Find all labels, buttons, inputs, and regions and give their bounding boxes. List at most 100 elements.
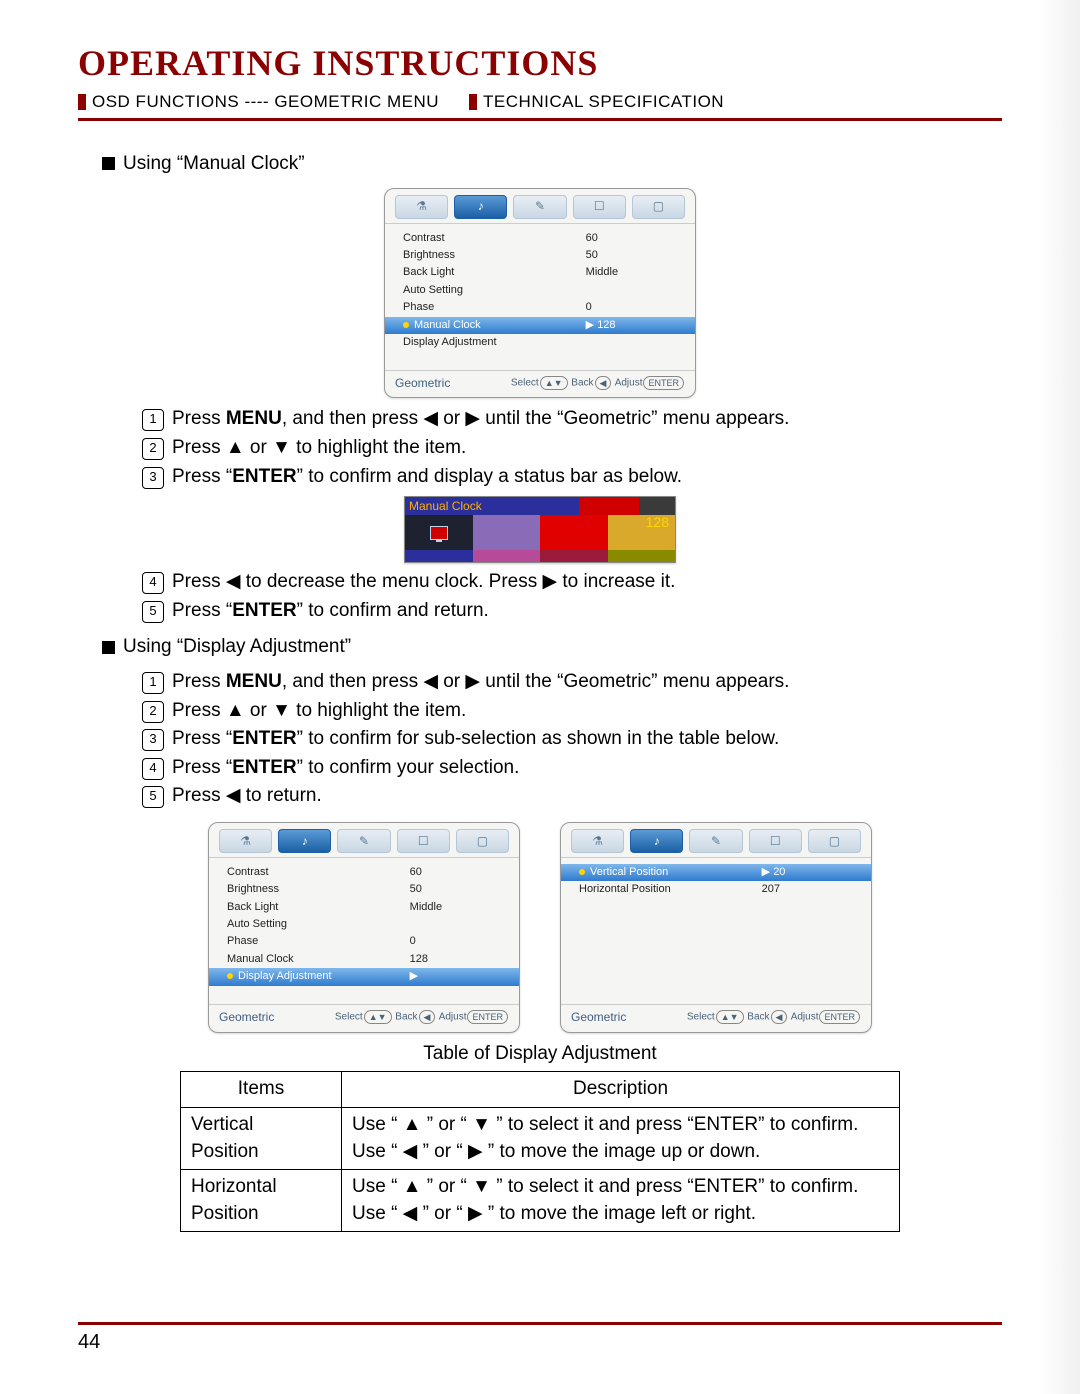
- osd-row-autosetting[interactable]: Auto Setting: [385, 282, 695, 299]
- osd-row-contrast[interactable]: Contrast60: [385, 230, 695, 247]
- osd-row-manual-clock-selected[interactable]: Manual Clock▶ 128: [385, 317, 695, 334]
- table-item-vertical: VerticalPosition: [181, 1107, 342, 1169]
- selection-dot-icon: [579, 869, 585, 875]
- osd-tab-2[interactable]: ♪: [278, 829, 331, 853]
- osd-panel-display-adjustment: ⚗ ♪ ✎ ☐ ▢ Contrast60 Brightness50 Back L…: [208, 822, 520, 1033]
- osd-row-backlight[interactable]: Back LightMiddle: [385, 264, 695, 281]
- osd-row-contrast[interactable]: Contrast60: [209, 864, 519, 881]
- left-pill-icon: ◀: [595, 376, 612, 390]
- box-icon: ☐: [770, 833, 781, 850]
- page-number: 44: [78, 1331, 100, 1353]
- osd-tabbar: ⚗ ♪ ✎ ☐ ▢: [385, 189, 695, 224]
- section-heading-display-adjustment: Using “Display Adjustment”: [102, 634, 978, 661]
- osd-tab-3[interactable]: ✎: [513, 195, 566, 219]
- screen-icon: ▢: [829, 833, 840, 850]
- table-desc-vertical: Use “ ▲ ” or “ ▼ ” to select it and pres…: [342, 1107, 900, 1169]
- box-icon: ☐: [594, 198, 605, 215]
- osd-row-horizontal-position[interactable]: Horizontal Position207: [561, 881, 871, 898]
- osd-row-backlight[interactable]: Back LightMiddle: [209, 899, 519, 916]
- osd-tab-1[interactable]: ⚗: [219, 829, 272, 853]
- table-item-horizontal: HorizontalPosition: [181, 1170, 342, 1232]
- page-title: OPERATING INSTRUCTIONS: [78, 42, 598, 84]
- osd-footer-label: Geometric: [395, 375, 450, 392]
- steps-list-1a: 1Press MENU, and then press ◀ or ▶ until…: [142, 406, 978, 490]
- osd-row-autosetting[interactable]: Auto Setting: [209, 916, 519, 933]
- osd-tab-4[interactable]: ☐: [749, 829, 802, 853]
- osd-tab-5[interactable]: ▢: [632, 195, 685, 219]
- flask-icon: ⚗: [592, 833, 603, 850]
- screen-icon: ▢: [477, 833, 488, 850]
- box-icon: ☐: [418, 833, 429, 850]
- steps-list-1b: 4Press ◀ to decrease the menu clock. Pre…: [142, 569, 978, 624]
- music-icon: ♪: [478, 198, 484, 215]
- manual-page: OPERATING INSTRUCTIONS OSD FUNCTIONS ---…: [0, 0, 1080, 1394]
- flask-icon: ⚗: [416, 198, 427, 215]
- selection-dot-icon: [403, 322, 409, 328]
- osd-tab-3[interactable]: ✎: [689, 829, 742, 853]
- flask-icon: ⚗: [240, 833, 251, 850]
- table-head-items: Items: [181, 1072, 342, 1108]
- section-heading-manual-clock: Using “Manual Clock”: [102, 151, 978, 178]
- osd-panel-manual-clock: ⚗ ♪ ✎ ☐ ▢ Contrast60 Brightness50 Back L…: [384, 188, 696, 399]
- step-1: 1Press MENU, and then press ◀ or ▶ until…: [142, 406, 978, 433]
- osd-row-vertical-position-selected[interactable]: Vertical Position▶ 20: [561, 864, 871, 881]
- pencil-icon: ✎: [359, 833, 369, 850]
- step2-4: 4Press “ENTER” to confirm your selection…: [142, 755, 978, 782]
- screen-icon: ▢: [653, 198, 664, 215]
- status-bar: Manual Clock 128: [404, 496, 676, 563]
- osd-tab-5[interactable]: ▢: [456, 829, 509, 853]
- osd-row-manual-clock[interactable]: Manual Clock128: [209, 951, 519, 968]
- page-footer: 44: [78, 1322, 1002, 1354]
- music-icon: ♪: [654, 833, 660, 850]
- osd-tab-2[interactable]: ♪: [630, 829, 683, 853]
- page-shadow: [1038, 0, 1080, 1394]
- osd-row-brightness[interactable]: Brightness50: [385, 247, 695, 264]
- step-2: 2Press ▲ or ▼ to highlight the item.: [142, 435, 978, 462]
- monitor-icon: [430, 526, 448, 540]
- osd-tab-1[interactable]: ⚗: [571, 829, 624, 853]
- osd-row-phase[interactable]: Phase0: [385, 299, 695, 316]
- table-desc-horizontal: Use “ ▲ ” or “ ▼ ” to select it and pres…: [342, 1170, 900, 1232]
- osd-tab-2[interactable]: ♪: [454, 195, 507, 219]
- pencil-icon: ✎: [535, 198, 545, 215]
- osd-tab-4[interactable]: ☐: [573, 195, 626, 219]
- table-head-description: Description: [342, 1072, 900, 1108]
- step2-5: 5Press ◀ to return.: [142, 783, 978, 810]
- step2-2: 2Press ▲ or ▼ to highlight the item.: [142, 698, 978, 725]
- step-4: 4Press ◀ to decrease the menu clock. Pre…: [142, 569, 978, 596]
- osd-row-phase[interactable]: Phase0: [209, 933, 519, 950]
- breadcrumb-spec: TECHNICAL SPECIFICATION: [483, 92, 724, 112]
- display-adjustment-table: Items Description VerticalPosition Use “…: [180, 1071, 900, 1232]
- statusbar-value: 128: [646, 513, 669, 533]
- step-3: 3Press “ENTER” to confirm and display a …: [142, 464, 978, 491]
- osd-tab-1[interactable]: ⚗: [395, 195, 448, 219]
- music-icon: ♪: [302, 833, 308, 850]
- statusbar-label: Manual Clock: [405, 497, 579, 515]
- table-head-row: Items Description: [181, 1072, 900, 1108]
- accent-bar-icon: [469, 94, 477, 110]
- table-title: Table of Display Adjustment: [102, 1041, 978, 1068]
- table-row: VerticalPosition Use “ ▲ ” or “ ▼ ” to s…: [181, 1107, 900, 1169]
- osd-tab-5[interactable]: ▢: [808, 829, 861, 853]
- step2-3: 3Press “ENTER” to confirm for sub-select…: [142, 726, 978, 753]
- section-breadcrumb: OSD FUNCTIONS ---- GEOMETRIC MENU TECHNI…: [78, 92, 1002, 112]
- steps-list-2: 1Press MENU, and then press ◀ or ▶ until…: [142, 669, 978, 810]
- osd-row-display-adjustment-selected[interactable]: Display Adjustment▶: [209, 968, 519, 985]
- accent-bar-icon: [78, 94, 86, 110]
- breadcrumb-osd: OSD FUNCTIONS ---- GEOMETRIC MENU: [92, 92, 439, 112]
- square-bullet-icon: [102, 641, 115, 654]
- step-5: 5Press “ENTER” to confirm and return.: [142, 598, 978, 625]
- osd-footer: Geometric Select▲▼ Back◀ AdjustENTER: [385, 370, 695, 398]
- step2-1: 1Press MENU, and then press ◀ or ▶ until…: [142, 669, 978, 696]
- osd-panel-position: ⚗ ♪ ✎ ☐ ▢ Vertical Position▶ 20 Horizont…: [560, 822, 872, 1033]
- osd-tab-3[interactable]: ✎: [337, 829, 390, 853]
- pencil-icon: ✎: [711, 833, 721, 850]
- updown-pill-icon: ▲▼: [540, 376, 568, 390]
- table-row: HorizontalPosition Use “ ▲ ” or “ ▼ ” to…: [181, 1170, 900, 1232]
- enter-pill-icon: ENTER: [643, 376, 684, 390]
- osd-row-brightness[interactable]: Brightness50: [209, 881, 519, 898]
- selection-dot-icon: [227, 973, 233, 979]
- square-bullet-icon: [102, 157, 115, 170]
- osd-row-display-adjustment[interactable]: Display Adjustment: [385, 334, 695, 351]
- osd-tab-4[interactable]: ☐: [397, 829, 450, 853]
